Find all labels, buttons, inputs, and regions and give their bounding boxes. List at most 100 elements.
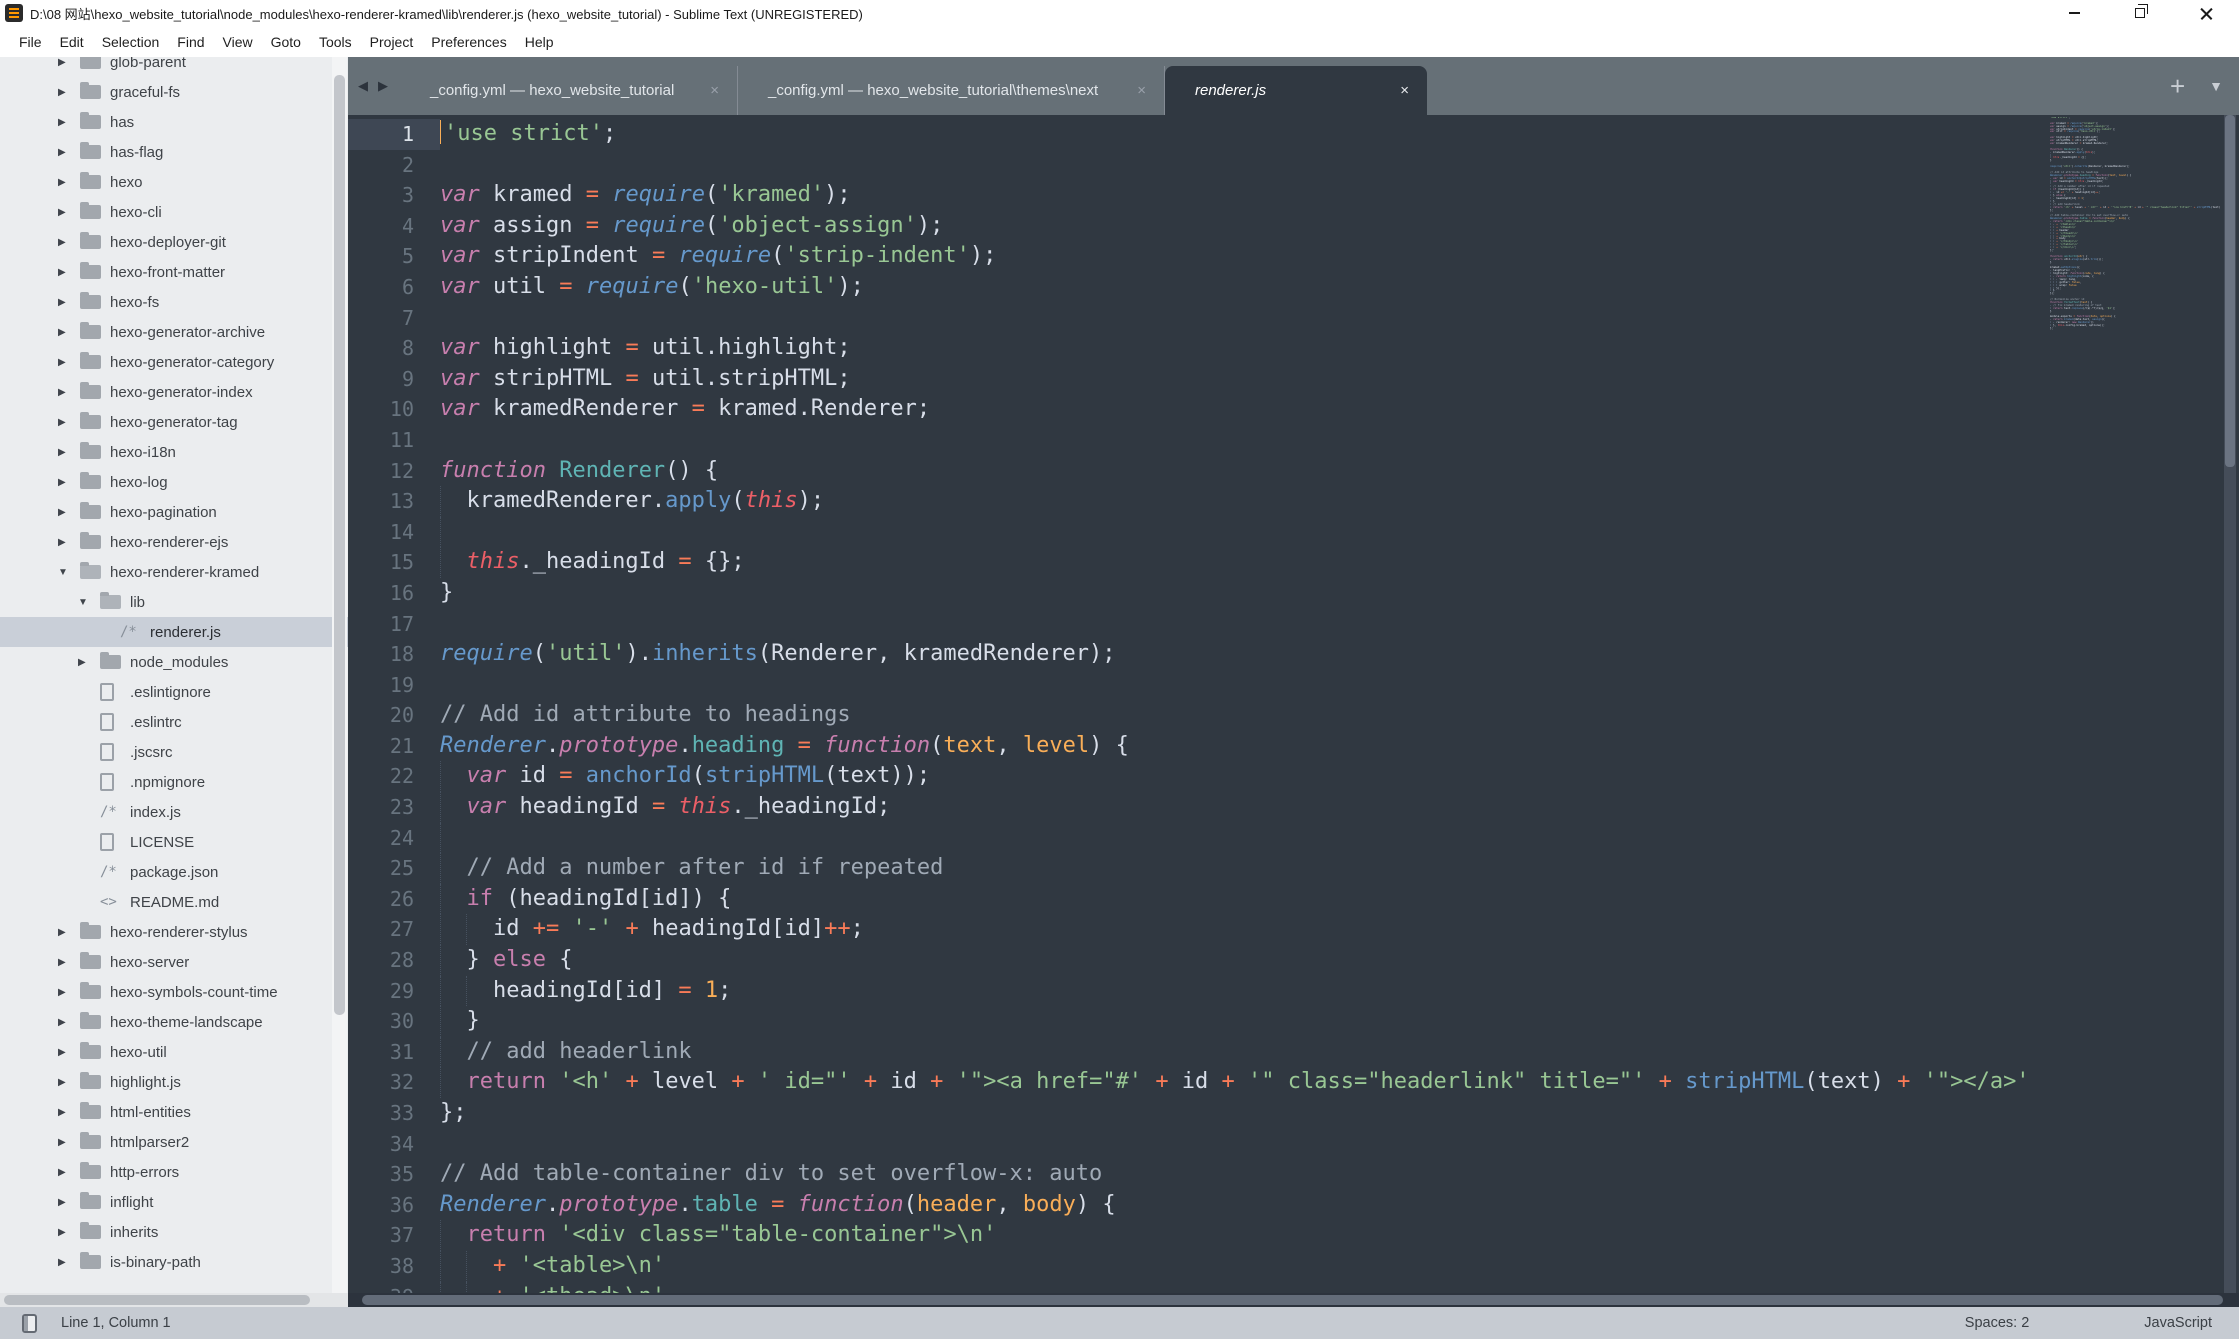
chevron-right-icon[interactable]: ▶ bbox=[58, 507, 80, 518]
chevron-right-icon[interactable]: ▶ bbox=[58, 1017, 80, 1028]
tree-item-hexo-front-matter[interactable]: ▶ hexo-front-matter bbox=[0, 257, 348, 287]
tree-item-hexo-server[interactable]: ▶ hexo-server bbox=[0, 947, 348, 977]
tree-item-http-errors[interactable]: ▶ http-errors bbox=[0, 1157, 348, 1187]
tree-item-hexo-renderer-ejs[interactable]: ▶ hexo-renderer-ejs bbox=[0, 527, 348, 557]
chevron-right-icon[interactable]: ▶ bbox=[58, 987, 80, 998]
chevron-right-icon[interactable]: ▶ bbox=[58, 537, 80, 548]
tree-item-hexo-deployer-git[interactable]: ▶ hexo-deployer-git bbox=[0, 227, 348, 257]
chevron-right-icon[interactable]: ▶ bbox=[58, 957, 80, 968]
tree-item-hexo-fs[interactable]: ▶ hexo-fs bbox=[0, 287, 348, 317]
chevron-right-icon[interactable]: ▶ bbox=[58, 927, 80, 938]
tab-close-icon[interactable]: × bbox=[1378, 82, 1409, 99]
tree-item-html-entities[interactable]: ▶ html-entities bbox=[0, 1097, 348, 1127]
tree-item--eslintignore[interactable]: .eslintignore bbox=[0, 677, 348, 707]
tree-item-hexo-symbols-count-time[interactable]: ▶ hexo-symbols-count-time bbox=[0, 977, 348, 1007]
chevron-right-icon[interactable]: ▶ bbox=[58, 1197, 80, 1208]
tree-item-inherits[interactable]: ▶ inherits bbox=[0, 1217, 348, 1247]
code-area[interactable]: 'use strict'; var kramed = require('krame… bbox=[440, 119, 2045, 1293]
tree-item-readme-md[interactable]: <> README.md bbox=[0, 887, 348, 917]
tree-item-htmlparser2[interactable]: ▶ htmlparser2 bbox=[0, 1127, 348, 1157]
tree-item-hexo-cli[interactable]: ▶ hexo-cli bbox=[0, 197, 348, 227]
menu-item-selection[interactable]: Selection bbox=[93, 30, 169, 54]
tab-close-icon[interactable]: × bbox=[688, 82, 719, 99]
tree-item-inflight[interactable]: ▶ inflight bbox=[0, 1187, 348, 1217]
restore-button[interactable] bbox=[2107, 0, 2173, 26]
editor-vertical-scrollbar[interactable] bbox=[2224, 115, 2236, 1293]
chevron-right-icon[interactable]: ▶ bbox=[58, 1167, 80, 1178]
tree-item-license[interactable]: LICENSE bbox=[0, 827, 348, 857]
editor-vertical-scrollbar-thumb[interactable] bbox=[2225, 115, 2235, 467]
menu-item-find[interactable]: Find bbox=[168, 30, 213, 54]
tab-close-icon[interactable]: × bbox=[1115, 82, 1146, 99]
menu-item-file[interactable]: File bbox=[10, 30, 51, 54]
chevron-down-icon[interactable]: ▼ bbox=[58, 567, 80, 578]
chevron-right-icon[interactable]: ▶ bbox=[58, 447, 80, 458]
sidebar-horizontal-scrollbar-thumb[interactable] bbox=[4, 1295, 310, 1305]
tree-item-hexo-generator-index[interactable]: ▶ hexo-generator-index bbox=[0, 377, 348, 407]
tree-item-package-json[interactable]: /* package.json bbox=[0, 857, 348, 887]
minimap[interactable]: 'use strict'; var kramed = require('krame… bbox=[2050, 117, 2222, 1287]
tab-active-renderer-js[interactable]: renderer.js × bbox=[1165, 66, 1427, 115]
tree-item-hexo-renderer-kramed[interactable]: ▼ hexo-renderer-kramed bbox=[0, 557, 348, 587]
minimize-button[interactable] bbox=[2041, 0, 2107, 26]
syntax-status[interactable]: JavaScript bbox=[2144, 1315, 2212, 1331]
tree-item-hexo-generator-tag[interactable]: ▶ hexo-generator-tag bbox=[0, 407, 348, 437]
chevron-right-icon[interactable]: ▶ bbox=[58, 477, 80, 488]
tree-item-highlight-js[interactable]: ▶ highlight.js bbox=[0, 1067, 348, 1097]
menu-item-goto[interactable]: Goto bbox=[262, 30, 310, 54]
tree-item--eslintrc[interactable]: .eslintrc bbox=[0, 707, 348, 737]
tree-item-hexo-theme-landscape[interactable]: ▶ hexo-theme-landscape bbox=[0, 1007, 348, 1037]
tree-item--jscsrc[interactable]: .jscsrc bbox=[0, 737, 348, 767]
chevron-right-icon[interactable]: ▶ bbox=[58, 357, 80, 368]
tab-overflow-icon[interactable]: ▼ bbox=[2209, 78, 2223, 94]
menu-item-view[interactable]: View bbox=[214, 30, 262, 54]
tree-item-glob-parent[interactable]: ▶ glob-parent bbox=[0, 57, 348, 77]
chevron-right-icon[interactable]: ▶ bbox=[58, 1077, 80, 1088]
menu-item-help[interactable]: Help bbox=[516, 30, 563, 54]
sidebar-vertical-scrollbar-thumb[interactable] bbox=[334, 75, 345, 1015]
chevron-right-icon[interactable]: ▶ bbox=[58, 267, 80, 278]
panel-toggle-icon[interactable] bbox=[22, 1313, 37, 1333]
tree-item-has-flag[interactable]: ▶ has-flag bbox=[0, 137, 348, 167]
chevron-right-icon[interactable]: ▶ bbox=[78, 657, 100, 668]
sidebar-horizontal-scrollbar[interactable] bbox=[0, 1293, 348, 1307]
tree-item-lib[interactable]: ▼ lib bbox=[0, 587, 348, 617]
tree-item-hexo-generator-archive[interactable]: ▶ hexo-generator-archive bbox=[0, 317, 348, 347]
chevron-right-icon[interactable]: ▶ bbox=[58, 177, 80, 188]
tree-item-hexo-util[interactable]: ▶ hexo-util bbox=[0, 1037, 348, 1067]
tree-item-hexo-pagination[interactable]: ▶ hexo-pagination bbox=[0, 497, 348, 527]
menu-item-preferences[interactable]: Preferences bbox=[422, 30, 515, 54]
sidebar-vertical-scrollbar[interactable] bbox=[332, 57, 347, 1293]
chevron-right-icon[interactable]: ▶ bbox=[58, 237, 80, 248]
chevron-right-icon[interactable]: ▶ bbox=[58, 1107, 80, 1118]
tree-item-is-binary-path[interactable]: ▶ is-binary-path bbox=[0, 1247, 348, 1277]
chevron-right-icon[interactable]: ▶ bbox=[58, 1137, 80, 1148]
tree-item-graceful-fs[interactable]: ▶ graceful-fs bbox=[0, 77, 348, 107]
tree-item-hexo[interactable]: ▶ hexo bbox=[0, 167, 348, 197]
prev-tab-arrow-icon[interactable]: ◀ bbox=[358, 78, 368, 94]
tree-item-has[interactable]: ▶ has bbox=[0, 107, 348, 137]
editor-horizontal-scrollbar-thumb[interactable] bbox=[362, 1295, 2223, 1305]
chevron-right-icon[interactable]: ▶ bbox=[58, 147, 80, 158]
menu-item-edit[interactable]: Edit bbox=[51, 30, 93, 54]
close-button[interactable] bbox=[2173, 0, 2239, 26]
chevron-right-icon[interactable]: ▶ bbox=[58, 327, 80, 338]
chevron-down-icon[interactable]: ▼ bbox=[78, 597, 100, 608]
tab--config-yml-hexo-website-tutorial[interactable]: _config.yml — hexo_website_tutorial × bbox=[400, 66, 738, 115]
chevron-right-icon[interactable]: ▶ bbox=[58, 207, 80, 218]
tab--config-yml-hexo-website-tutorial-themes-next[interactable]: _config.yml — hexo_website_tutorial\them… bbox=[738, 66, 1165, 115]
menu-item-tools[interactable]: Tools bbox=[310, 30, 361, 54]
tree-item-hexo-i18n[interactable]: ▶ hexo-i18n bbox=[0, 437, 348, 467]
tree-item-node-modules[interactable]: ▶ node_modules bbox=[0, 647, 348, 677]
chevron-right-icon[interactable]: ▶ bbox=[58, 387, 80, 398]
next-tab-arrow-icon[interactable]: ▶ bbox=[378, 78, 388, 94]
chevron-right-icon[interactable]: ▶ bbox=[58, 417, 80, 428]
tree-item--npmignore[interactable]: .npmignore bbox=[0, 767, 348, 797]
tree-item-index-js[interactable]: /* index.js bbox=[0, 797, 348, 827]
chevron-right-icon[interactable]: ▶ bbox=[58, 297, 80, 308]
menu-item-project[interactable]: Project bbox=[361, 30, 423, 54]
new-tab-icon[interactable]: + bbox=[2170, 73, 2185, 99]
chevron-right-icon[interactable]: ▶ bbox=[58, 87, 80, 98]
tree-item-renderer-js[interactable]: /* renderer.js bbox=[0, 617, 348, 647]
chevron-right-icon[interactable]: ▶ bbox=[58, 57, 80, 68]
